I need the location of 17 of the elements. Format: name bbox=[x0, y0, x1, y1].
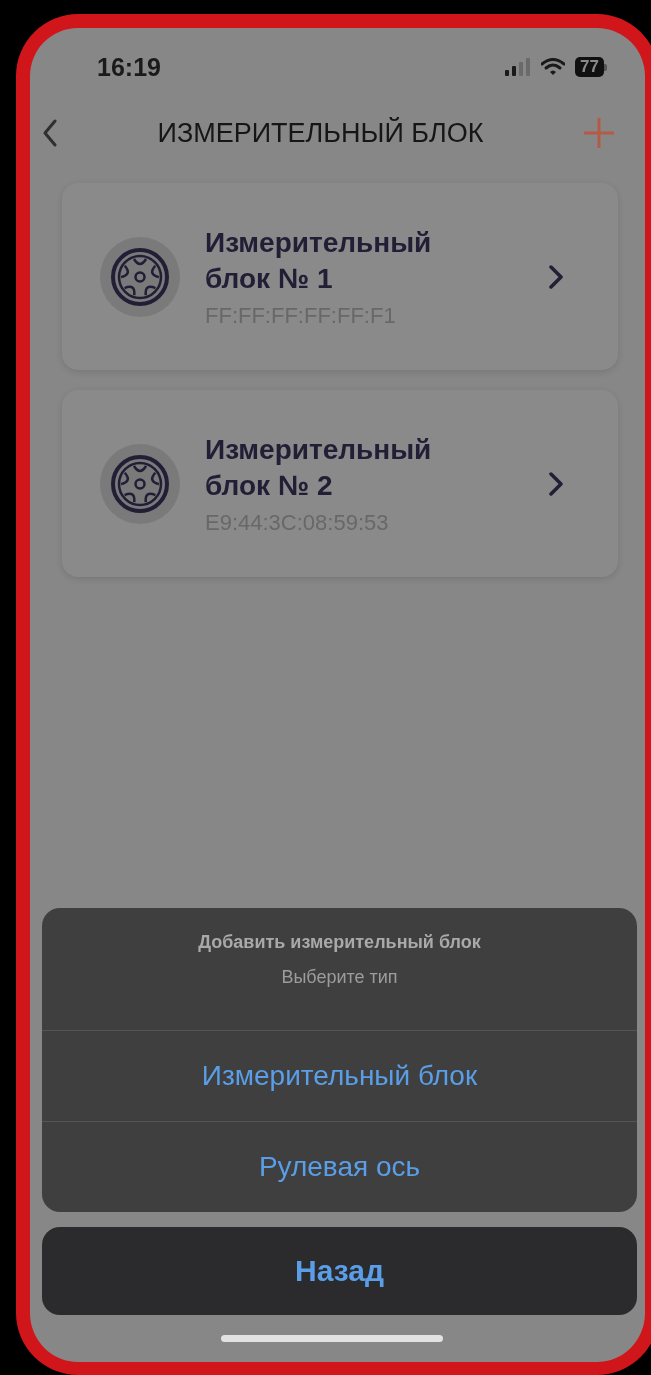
device-name: Измерительный блок № 2 bbox=[205, 432, 433, 503]
status-time: 16:19 bbox=[97, 52, 161, 82]
sheet-option[interactable]: Рулевая ось bbox=[42, 1121, 637, 1212]
sheet-title: Добавить измерительный блок bbox=[198, 932, 481, 953]
cancel-button[interactable]: Назад bbox=[42, 1227, 637, 1315]
device-name: Измерительный блок № 1 bbox=[205, 225, 433, 296]
sheet-option[interactable]: Измерительный блок bbox=[42, 1030, 637, 1121]
chevron-icon bbox=[549, 471, 563, 496]
battery-percent: 77 bbox=[575, 57, 604, 77]
signal-icon bbox=[505, 58, 532, 76]
screen-title: ИЗМЕРИТЕЛЬНЫЙ БЛОК bbox=[157, 117, 484, 149]
add-button[interactable] bbox=[583, 117, 615, 149]
wifi-icon bbox=[541, 58, 566, 76]
sheet-message: Выберите тип bbox=[281, 967, 398, 988]
back-button[interactable] bbox=[42, 119, 58, 147]
home-indicator[interactable] bbox=[220, 1335, 443, 1342]
chevron-icon bbox=[549, 264, 563, 289]
